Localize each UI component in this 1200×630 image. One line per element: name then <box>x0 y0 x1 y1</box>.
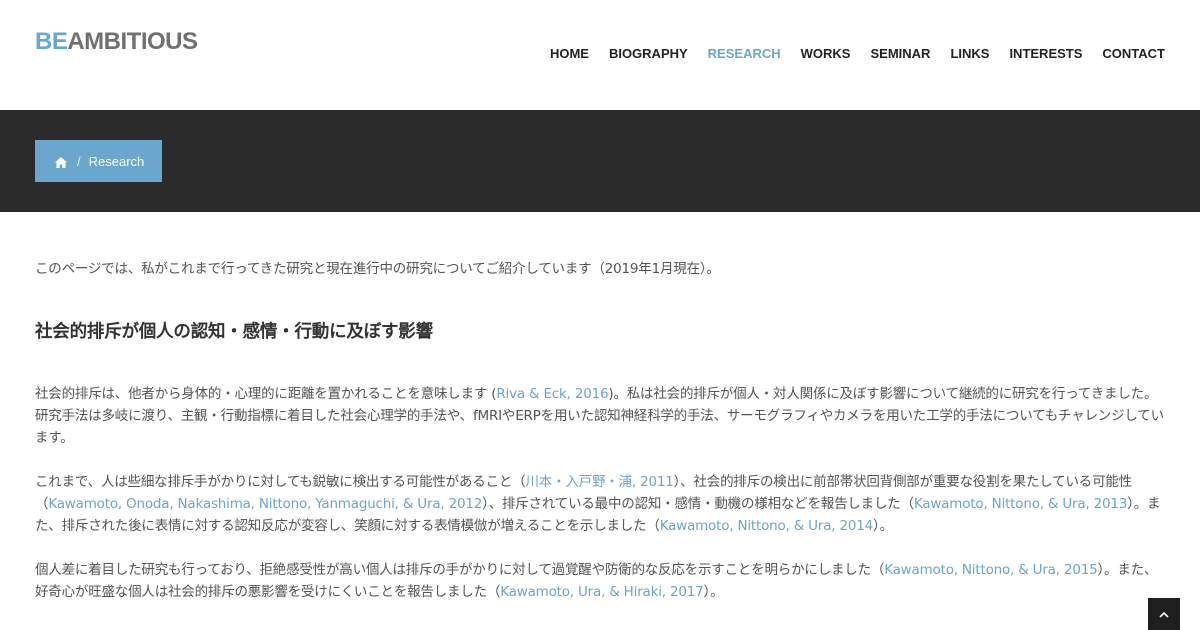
citation-link[interactable]: Kawamoto, Nittono, & Ura, 2015 <box>884 562 1098 578</box>
citation-link[interactable]: Kawamoto, Onoda, Nakashima, Nittono, Yan… <box>48 496 482 512</box>
paragraph-2: これまで、人は些細な排斥手がかりに対しても鋭敏に検出する可能性があること（川本・… <box>35 471 1167 537</box>
nav-seminar[interactable]: SEMINAR <box>870 46 930 61</box>
paragraph-3: 個人差に着目した研究も行っており、拒絶感受性が高い個人は排斥の手がかりに対して過… <box>35 559 1167 603</box>
main-content: このページでは、私がこれまで行ってきた研究と現在進行中の研究についてご紹介してい… <box>35 258 1167 625</box>
nav-contact[interactable]: CONTACT <box>1102 46 1165 61</box>
text-segment: 個人差に着目した研究も行っており、拒絶感受性が高い個人は排斥の手がかりに対して過… <box>35 562 885 578</box>
citation-link[interactable]: Riva & Eck, 2016 <box>496 386 608 402</box>
nav-home[interactable]: HOME <box>550 46 589 61</box>
citation-link[interactable]: 川本・入戸野・浦, 2011 <box>525 474 673 490</box>
text-segment: ）、排斥されている最中の認知・感情・動機の様相などを報告しました（ <box>482 496 914 512</box>
nav-interests[interactable]: INTERESTS <box>1009 46 1082 61</box>
site-header: BEAMBITIOUS HOME BIOGRAPHY RESEARCH WORK… <box>0 0 1200 110</box>
main-nav: HOME BIOGRAPHY RESEARCH WORKS SEMINAR LI… <box>530 46 1165 61</box>
section-title: 社会的排斥が個人の認知・感情・行動に及ぼす影響 <box>35 322 433 342</box>
logo-prefix: BE <box>35 28 68 55</box>
citation-link[interactable]: Kawamoto, Nittono, & Ura, 2014 <box>660 518 874 534</box>
nav-research[interactable]: RESEARCH <box>708 46 781 61</box>
text-segment: ）。 <box>873 518 893 534</box>
breadcrumb: / Research <box>35 140 162 182</box>
logo-rest: AMBITIOUS <box>67 28 198 55</box>
text-segment: これまで、人は些細な排斥手がかりに対しても鋭敏に検出する可能性があること（ <box>35 474 526 490</box>
paragraph-1: 社会的排斥は、他者から身体的・心理的に距離を置かれることを意味します (Riva… <box>35 383 1167 449</box>
citation-link[interactable]: Kawamoto, Nittono, & Ura, 2013 <box>914 496 1128 512</box>
chevron-up-icon <box>1159 611 1169 618</box>
breadcrumb-current: Research <box>88 153 145 169</box>
site-logo[interactable]: BEAMBITIOUS <box>35 28 198 56</box>
intro-text: このページでは、私がこれまで行ってきた研究と現在進行中の研究についてご紹介してい… <box>35 261 720 277</box>
text-segment: ）。 <box>703 584 724 600</box>
page-banner: / Research <box>0 110 1200 212</box>
citation-link[interactable]: Kawamoto, Ura, & Hiraki, 2017 <box>500 584 703 600</box>
nav-links[interactable]: LINKS <box>950 46 989 61</box>
breadcrumb-separator: / <box>77 153 81 169</box>
home-icon[interactable] <box>55 156 67 168</box>
nav-works[interactable]: WORKS <box>801 46 851 61</box>
back-to-top-button[interactable] <box>1148 598 1180 630</box>
text-segment: 社会的排斥は、他者から身体的・心理的に距離を置かれることを意味します ( <box>35 386 497 402</box>
nav-biography[interactable]: BIOGRAPHY <box>609 46 688 61</box>
